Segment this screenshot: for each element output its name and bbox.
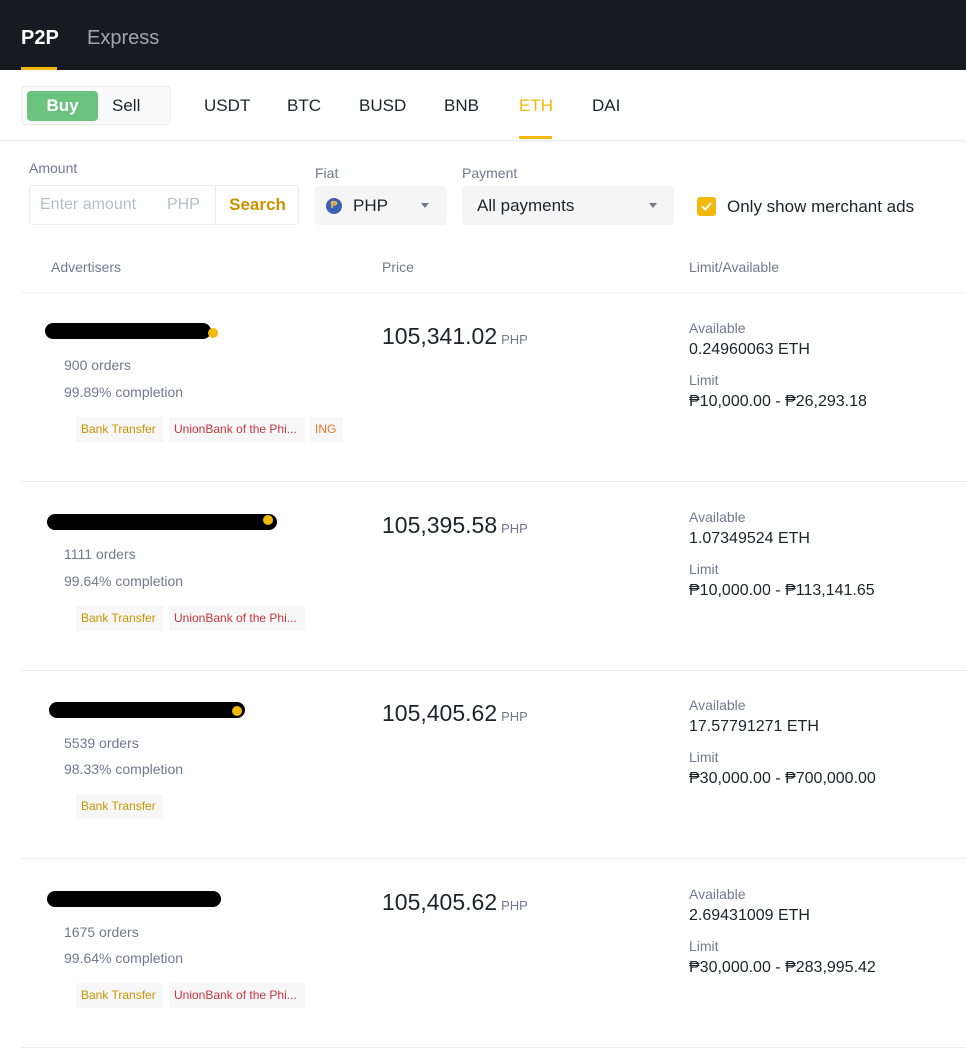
price: 105,341.02 PHP: [382, 323, 528, 350]
tab-p2p[interactable]: P2P: [21, 26, 59, 50]
completion-rate: 98.33% completion: [64, 761, 184, 777]
limit-label: Limit: [689, 938, 719, 954]
amount-unit: PHP: [167, 196, 200, 213]
payment-tag: Bank Transfer: [76, 417, 163, 442]
asset-tab-btc[interactable]: BTC: [287, 95, 321, 117]
table-row[interactable]: 1675 orders 99.64% completion Bank Trans…: [21, 859, 966, 1048]
price-currency: PHP: [501, 709, 528, 724]
search-button[interactable]: Search: [216, 186, 299, 224]
verified-badge-icon: [208, 328, 218, 338]
verified-badge-icon: [263, 515, 273, 525]
buy-button[interactable]: Buy: [27, 91, 98, 121]
sell-button[interactable]: Sell: [112, 91, 152, 121]
limit-label: Limit: [689, 749, 719, 765]
price-currency: PHP: [501, 521, 528, 536]
column-header-advertisers: Advertisers: [51, 259, 122, 275]
order-count: 5539 orders: [64, 735, 139, 751]
advertiser-name-redacted: [47, 891, 221, 907]
top-nav: P2P Express: [0, 0, 966, 70]
table-row[interactable]: 5539 orders 98.33% completion Bank Trans…: [21, 670, 966, 859]
completion-rate: 99.89% completion: [64, 384, 184, 400]
available-label: Available: [689, 886, 746, 902]
asset-tab-busd[interactable]: BUSD: [359, 95, 406, 117]
price-value: 105,405.62: [382, 700, 498, 726]
asset-tab-eth[interactable]: ETH: [519, 95, 553, 117]
price-currency: PHP: [501, 898, 528, 913]
asset-tab-usdt[interactable]: USDT: [204, 95, 250, 117]
order-count: 1675 orders: [64, 924, 139, 940]
limit-range: ₱10,000.00 - ₱113,141.65: [689, 582, 875, 599]
payment-tag: UnionBank of the Phi...: [169, 606, 305, 631]
limit-label: Limit: [689, 372, 719, 388]
amount-input-group: Enter amount PHP Search: [29, 185, 299, 225]
limit-range: ₱10,000.00 - ₱26,293.18: [689, 393, 867, 410]
available-amount: 17.57791271 ETH: [689, 718, 819, 735]
chevron-down-icon: [421, 203, 429, 208]
payment-tag: ING: [310, 417, 343, 442]
completion-rate: 99.64% completion: [64, 573, 184, 589]
price-value: 105,341.02: [382, 323, 498, 349]
payment-label: Payment: [462, 165, 518, 181]
available-label: Available: [689, 320, 746, 336]
payment-select[interactable]: All payments: [462, 186, 674, 225]
amount-input[interactable]: Enter amount: [40, 196, 136, 214]
advertiser-name-redacted: [45, 323, 211, 339]
completion-rate: 99.64% completion: [64, 950, 184, 966]
available-amount: 1.07349524 ETH: [689, 530, 810, 547]
available-label: Available: [689, 697, 746, 713]
price: 105,405.62 PHP: [382, 700, 528, 727]
merchant-only-label[interactable]: Only show merchant ads: [727, 197, 914, 217]
merchant-only-checkbox[interactable]: [697, 197, 716, 216]
price-value: 105,405.62: [382, 889, 498, 915]
limit-label: Limit: [689, 561, 719, 577]
order-count: 1111 orders: [64, 546, 136, 562]
price: 105,395.58 PHP: [382, 512, 528, 539]
payment-tag: Bank Transfer: [76, 606, 163, 631]
payment-tag: UnionBank of the Phi...: [169, 417, 305, 442]
limit-range: ₱30,000.00 - ₱700,000.00: [689, 770, 876, 787]
amount-label: Amount: [29, 160, 78, 176]
order-count: 900 orders: [64, 357, 131, 373]
check-icon: [701, 202, 712, 211]
payment-select-value: All payments: [477, 196, 575, 215]
available-label: Available: [689, 509, 746, 525]
column-header-limit-available: Limit/Available: [689, 259, 780, 275]
price-currency: PHP: [501, 332, 528, 347]
buy-sell-toggle: Buy Sell: [21, 86, 171, 125]
asset-tab-bnb[interactable]: BNB: [444, 95, 479, 117]
asset-tab-dai[interactable]: DAI: [592, 95, 620, 117]
fiat-select-value: PHP: [353, 196, 388, 215]
fiat-select[interactable]: ₱ PHP: [315, 186, 447, 225]
php-coin-icon: ₱: [326, 198, 342, 214]
table-row[interactable]: 900 orders 99.89% completion Bank Transf…: [21, 293, 966, 482]
column-header-price: Price: [382, 259, 414, 275]
available-amount: 2.69431009 ETH: [689, 907, 810, 924]
chevron-down-icon: [649, 203, 657, 208]
limit-range: ₱30,000.00 - ₱283,995.42: [689, 959, 876, 976]
fiat-label: Fiat: [315, 165, 339, 181]
table-row[interactable]: 1111 orders 99.64% completion Bank Trans…: [21, 482, 966, 671]
tab-express[interactable]: Express: [87, 26, 159, 50]
price: 105,405.62 PHP: [382, 889, 528, 916]
active-asset-indicator: [519, 136, 552, 139]
payment-tag: Bank Transfer: [76, 794, 163, 819]
advertiser-name-redacted: [49, 702, 245, 718]
advertiser-name-redacted: [47, 514, 277, 530]
available-amount: 0.24960063 ETH: [689, 341, 810, 358]
payment-tag: Bank Transfer: [76, 983, 163, 1008]
verified-badge-icon: [232, 706, 242, 716]
payment-tag: UnionBank of the Phi...: [169, 983, 305, 1008]
price-value: 105,395.58: [382, 512, 498, 538]
